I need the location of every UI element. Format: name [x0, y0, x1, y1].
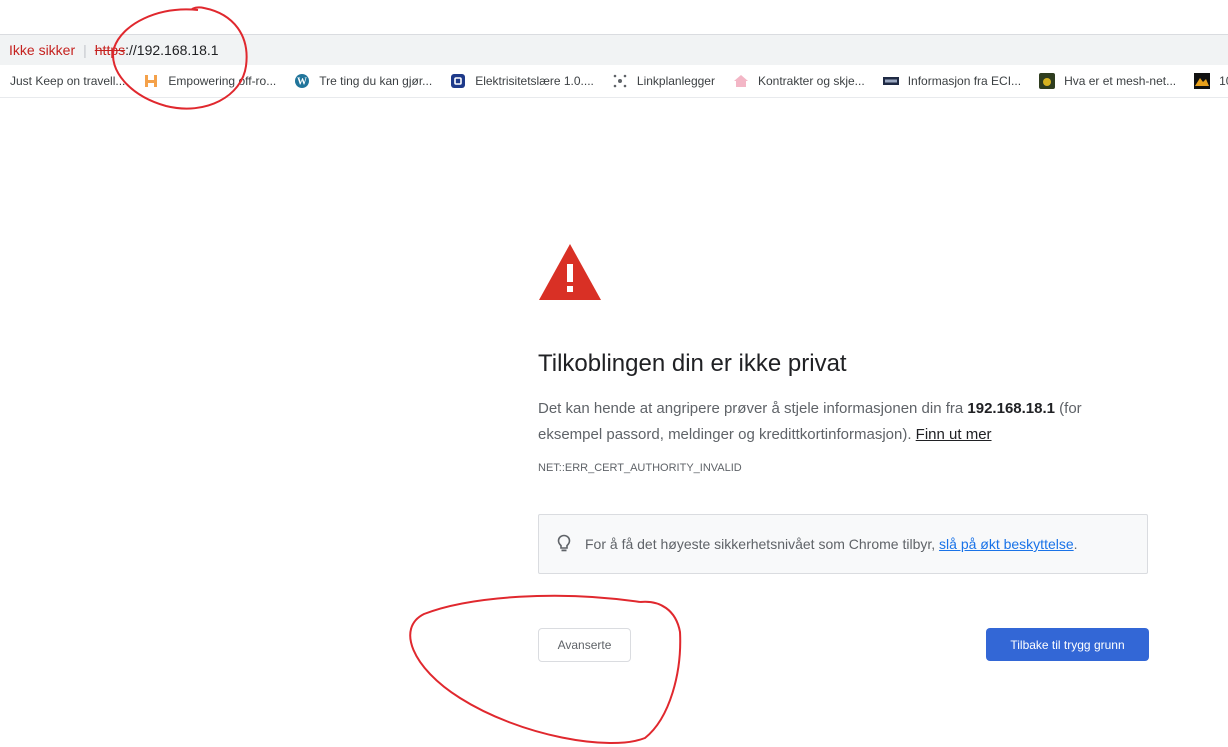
bookmark-10[interactable]: 10	[1194, 73, 1228, 89]
bookmark-label: 10	[1219, 74, 1228, 88]
error-code: NET::ERR_CERT_AUTHORITY_INVALID	[538, 462, 742, 474]
eci-icon	[882, 73, 899, 89]
bookmark-informasjon-eci[interactable]: Informasjon fra ECI...	[882, 73, 1022, 89]
learn-more-link[interactable]: Finn ut mer	[916, 426, 992, 443]
bookmark-tre-ting[interactable]: W Tre ting du kan gjør...	[294, 73, 432, 89]
bookmark-just-keep-on-travelling[interactable]: Just Keep on travell...	[10, 74, 125, 88]
orange-h-icon	[143, 73, 159, 89]
enhanced-protection-end: .	[1073, 536, 1078, 552]
blue-square-icon	[450, 73, 466, 89]
bookmark-label: Empowering off-ro...	[168, 74, 277, 88]
bookmark-label: Linkplanlegger	[636, 74, 715, 88]
omnibox-separator: |	[83, 42, 87, 58]
explanation-text: Det kan hende at angripere prøver å stje…	[538, 400, 968, 417]
bookmark-label: Tre ting du kan gjør...	[319, 74, 433, 88]
bookmark-label: Hva er et mesh-net...	[1064, 74, 1177, 88]
bookmark-kontrakter[interactable]: Kontrakter og skje...	[733, 73, 865, 89]
enhanced-protection-text: For å få det høyeste sikkerhetsnivået so…	[585, 536, 940, 552]
svg-text:W: W	[297, 77, 307, 88]
wordpress-icon: W	[294, 73, 310, 89]
bookmark-label: Just Keep on travell...	[10, 74, 126, 88]
mesh-net-icon	[1039, 73, 1056, 89]
enhanced-protection-box: For å få det høyeste sikkerhetsnivået so…	[538, 514, 1148, 574]
bookmark-mesh-net[interactable]: Hva er et mesh-net...	[1039, 73, 1176, 89]
bookmarks-divider	[0, 97, 1228, 98]
advanced-annotation-circle	[409, 594, 682, 744]
advanced-button[interactable]: Avanserte	[538, 628, 631, 662]
link-planner-icon	[612, 73, 628, 89]
page-title: Tilkoblingen din er ikke privat	[538, 350, 847, 377]
address-bar[interactable]: Ikke sikker | https ://192.168.18.1	[0, 35, 1228, 65]
bookmarks-bar: Just Keep on travell... Empowering off-r…	[0, 66, 1228, 96]
bookmark-label: Kontrakter og skje...	[757, 74, 865, 88]
black-mountain-icon	[1194, 73, 1211, 89]
host-name: 192.168.18.1	[967, 400, 1055, 417]
bookmark-linkplanlegger[interactable]: Linkplanlegger	[612, 73, 715, 89]
not-secure-label[interactable]: Ikke sikker	[9, 42, 75, 58]
pink-house-icon	[733, 73, 749, 89]
warning-icon	[539, 244, 601, 300]
back-to-safety-button[interactable]: Tilbake til trygg grunn	[986, 628, 1149, 661]
enhanced-protection-link[interactable]: slå på økt beskyttelse	[939, 536, 1074, 552]
bookmark-elektrisitetslaere[interactable]: Elektrisitetslære 1.0....	[450, 73, 594, 89]
url-scheme[interactable]: https	[95, 42, 125, 58]
bookmark-empowering[interactable]: Empowering off-ro...	[143, 73, 276, 89]
error-explanation: Det kan hende at angripere prøver å stje…	[538, 396, 1138, 448]
bookmark-label: Elektrisitetslære 1.0....	[475, 74, 594, 88]
lightbulb-icon	[557, 534, 571, 554]
url-host[interactable]: ://192.168.18.1	[125, 42, 218, 58]
bookmark-label: Informasjon fra ECI...	[907, 74, 1022, 88]
